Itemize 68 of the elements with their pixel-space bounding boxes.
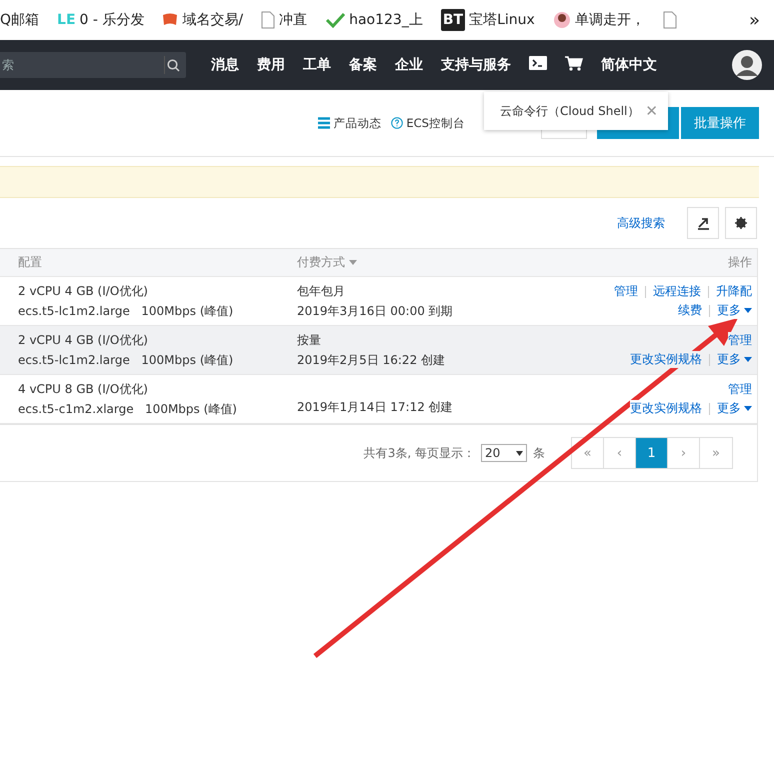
table-cell-text: ecs.t5-lc1m2.large 100Mbps (峰值) — [18, 352, 234, 368]
flag-icon — [162, 13, 178, 27]
table-cell-text: 2019年2月5日 16:22 创建 — [297, 352, 446, 368]
advanced-search-link[interactable]: 高级搜索 — [617, 214, 665, 232]
search-field[interactable]: 索 — [0, 52, 186, 78]
search-icon — [167, 58, 180, 72]
sort-caret-icon — [349, 260, 357, 265]
caret-icon — [516, 450, 523, 456]
toolbar-link[interactable]: ECS控制台 — [406, 116, 465, 130]
avatar-icon — [552, 11, 571, 29]
help-icon — [391, 117, 404, 129]
caret-icon — [744, 357, 752, 362]
caret-icon — [744, 308, 752, 313]
dropdown-link[interactable]: 更多 — [717, 302, 752, 319]
table-row[interactable]: 2 vCPU 4 GB (I/O优化) ecs.t5-lc1m2.large 100Mbps (峰值) 按量 2019年2月5日 16:22 创建 管理 更改实例规格 更多 — [0, 326, 757, 375]
action-link[interactable]: 远程连接 — [653, 283, 701, 300]
document-icon — [261, 11, 276, 29]
avatar-icon[interactable] — [732, 50, 762, 80]
table-cell-text: 4 vCPU 8 GB (I/O优化) — [18, 380, 149, 398]
dropdown-link[interactable]: 更多 — [717, 400, 752, 417]
table-cell-text: ecs.t5-c1m2.xlarge 100Mbps (峰值) — [18, 400, 238, 418]
page-button[interactable]: 1 — [636, 438, 668, 468]
list-icon — [318, 117, 330, 129]
pagination-summary: 共有3条, 每页显示： — [364, 444, 475, 462]
nav-item[interactable]: 消息 — [202, 56, 248, 74]
table-cell-text: 2 vCPU 4 GB (I/O优化) — [18, 332, 149, 348]
export-icon — [696, 216, 710, 230]
tooltip-text: 云命令行（Cloud Shell） — [500, 102, 640, 120]
logo-badge: BT — [440, 9, 466, 31]
table-cell-text: ecs.t5-lc1m2.large 100Mbps (峰值) — [18, 302, 234, 320]
column-header: 配置 — [18, 254, 43, 271]
caret-icon — [744, 406, 752, 411]
toolbar-link[interactable]: 产品动态 — [333, 116, 382, 130]
action-link[interactable]: 更改实例规格 — [630, 400, 702, 417]
checkmark-icon — [325, 12, 346, 28]
nav-item[interactable]: 费用 — [248, 56, 294, 74]
nav-item[interactable]: 支持与服务 — [432, 56, 520, 74]
bookmark-link[interactable]: 域名交易/ — [182, 11, 244, 29]
bookmark-link[interactable]: 宝塔Linux — [469, 11, 535, 29]
action-link[interactable]: 续费 — [678, 302, 702, 319]
bookmark-link[interactable]: 0 - 乐分发 — [80, 11, 144, 29]
bookmark-link[interactable]: 冲直 — [279, 11, 308, 29]
page-size-unit: 条 — [533, 444, 545, 462]
action-link[interactable]: 升降配 — [716, 283, 752, 300]
bookmark-link[interactable]: hao123_上 — [349, 11, 423, 29]
cart-icon[interactable] — [565, 56, 583, 70]
export-button[interactable] — [687, 207, 719, 239]
table-cell-text: 包年包月 — [297, 282, 346, 300]
nav-item[interactable]: 备案 — [340, 56, 386, 74]
table-cell-text: 2 vCPU 4 GB (I/O优化) — [18, 282, 149, 300]
bookmark-link[interactable]: 单调走开， — [574, 11, 645, 29]
dropdown-link[interactable]: 更多 — [717, 351, 752, 368]
logo-text: LE — [57, 12, 76, 28]
language-menu[interactable]: 简体中文 — [592, 56, 666, 74]
settings-icon — [735, 217, 747, 229]
table-cell-text: 2019年1月14日 17:12 创建 — [297, 399, 454, 416]
settings-button[interactable] — [725, 207, 757, 239]
bookmark-link[interactable]: Q邮箱 — [0, 11, 40, 29]
nav-item[interactable]: 企业 — [386, 56, 432, 74]
document-icon — [662, 11, 677, 29]
column-header: 操作 — [728, 254, 752, 271]
more-bookmarks[interactable]: » — [748, 10, 760, 30]
terminal-icon[interactable] — [529, 56, 547, 70]
action-link[interactable]: 更改实例规格 — [630, 351, 702, 368]
page-size-select[interactable]: 20 — [481, 444, 527, 462]
nav-item[interactable]: 工单 — [294, 56, 340, 74]
table-cell-text: 按量 — [297, 332, 322, 348]
table-cell-text: 2019年3月16日 00:00 到期 — [297, 302, 454, 320]
